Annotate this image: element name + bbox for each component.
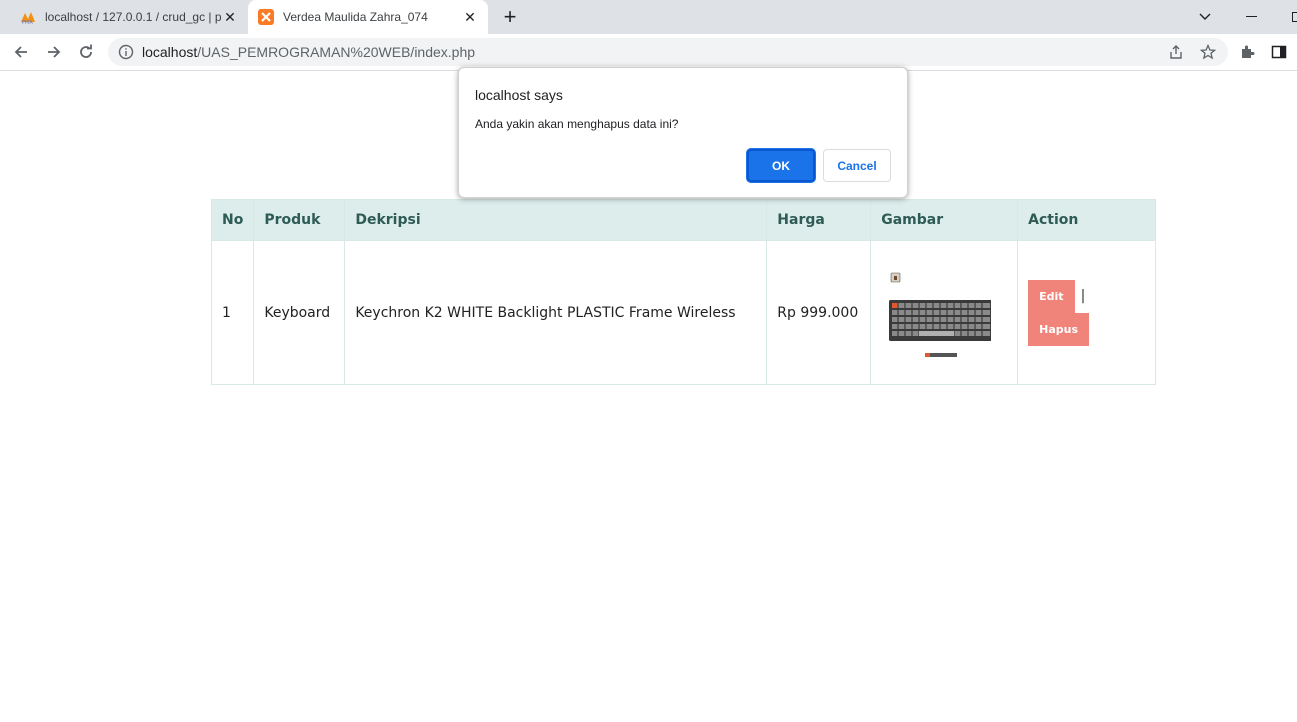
extensions-puzzle-icon[interactable] — [1236, 41, 1258, 63]
ok-button[interactable]: OK — [747, 149, 815, 182]
site-info-icon[interactable] — [118, 44, 134, 60]
column-header-gambar: Gambar — [870, 199, 1019, 241]
tab-strip: PMA localhost / 127.0.0.1 / crud_gc | p … — [0, 0, 1297, 34]
cell-produk: Keyboard — [253, 240, 346, 385]
minimize-icon[interactable] — [1228, 0, 1274, 34]
tab-phpmyadmin[interactable]: PMA localhost / 127.0.0.1 / crud_gc | p … — [8, 0, 248, 34]
table-row: 1 Keyboard Keychron K2 WHITE Backlight P… — [210, 240, 1156, 385]
cell-harga: Rp 999.000 — [766, 240, 872, 385]
cancel-button[interactable]: Cancel — [823, 149, 891, 182]
phpmyadmin-icon: PMA — [21, 12, 35, 25]
tab-active-page[interactable]: Verdea Maulida Zahra_074 ✕ — [248, 0, 488, 34]
tab-title: Verdea Maulida Zahra_074 — [283, 10, 428, 24]
restore-icon[interactable] — [1274, 0, 1297, 34]
xampp-icon — [258, 9, 274, 25]
column-header-produk: Produk — [253, 199, 346, 241]
tab-title: localhost / 127.0.0.1 / crud_gc | p — [45, 10, 222, 24]
url-path: /UAS_PEMROGRAMAN%20WEB/index.php — [197, 44, 476, 60]
action-separator: | — [1080, 288, 1086, 304]
reload-icon[interactable] — [73, 39, 99, 65]
dialog-title: localhost says — [475, 87, 563, 103]
cell-gambar — [870, 240, 1019, 385]
hapus-button[interactable]: Hapus — [1028, 312, 1090, 346]
close-tab-icon[interactable]: ✕ — [222, 9, 238, 25]
cell-no: 1 — [210, 240, 255, 385]
back-arrow-icon[interactable] — [8, 39, 34, 65]
forward-arrow-icon[interactable] — [41, 39, 67, 65]
column-header-no: No — [210, 199, 255, 241]
keyboard-product-image — [889, 272, 994, 357]
edit-button[interactable]: Edit — [1028, 279, 1075, 313]
url-text: localhost/UAS_PEMROGRAMAN%20WEB/index.ph… — [142, 44, 475, 60]
share-icon[interactable] — [1165, 41, 1187, 63]
product-table: No Produk Dekripsi Harga Gambar Action 1… — [210, 199, 1156, 385]
browser-toolbar: localhost/UAS_PEMROGRAMAN%20WEB/index.ph… — [0, 34, 1297, 71]
confirm-dialog: localhost says Anda yakin akan menghapus… — [458, 67, 908, 198]
new-tab-button[interactable]: + — [498, 5, 522, 29]
close-tab-icon[interactable]: ✕ — [462, 9, 478, 25]
address-bar[interactable]: localhost/UAS_PEMROGRAMAN%20WEB/index.ph… — [108, 38, 1228, 66]
dialog-message: Anda yakin akan menghapus data ini? — [475, 117, 679, 131]
column-header-dekripsi: Dekripsi — [344, 199, 768, 241]
side-panel-icon[interactable] — [1268, 41, 1290, 63]
svg-text:PMA: PMA — [22, 20, 33, 25]
table-header-row: No Produk Dekripsi Harga Gambar Action — [210, 199, 1156, 241]
tab-search-icon[interactable] — [1182, 0, 1228, 34]
column-header-action: Action — [1017, 199, 1156, 241]
cell-deskripsi: Keychron K2 WHITE Backlight PLASTIC Fram… — [344, 240, 768, 385]
url-host: localhost — [142, 44, 198, 60]
bookmark-star-icon[interactable] — [1197, 41, 1219, 63]
cell-action: Edit | Hapus — [1017, 240, 1156, 385]
column-header-harga: Harga — [766, 199, 872, 241]
